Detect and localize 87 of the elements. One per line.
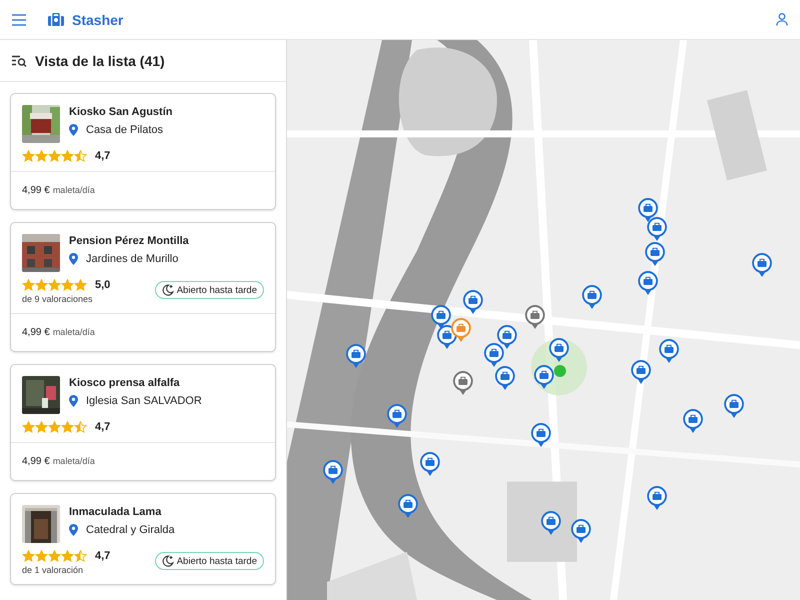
star-icon [48,550,61,562]
rating-value: 4,7 [95,150,110,162]
rating-value: 5,0 [95,279,110,291]
star-icon [48,279,61,291]
star-icon [48,150,61,162]
star-icon [61,150,74,162]
list-search-icon [12,54,27,66]
listing-card[interactable]: Inmaculada Lama Catedral y Giralda 4,7 de 1 valoración Abierto hasta tarde [10,493,276,585]
listing-name: Pension Pérez Montilla [69,235,189,247]
map-marker-icon[interactable] [570,518,592,544]
map-marker-icon[interactable] [548,337,570,363]
map-marker-icon[interactable] [483,342,505,368]
star-icon [61,421,74,433]
price-unit: maleta/día [52,185,95,195]
map-marker-icon[interactable] [494,365,516,391]
star-icon [48,421,61,433]
map-marker-icon[interactable] [630,359,652,385]
star-icon [35,279,48,291]
star-icon [35,550,48,562]
review-count: de 1 valoración [22,565,84,575]
listing-location: Jardines de Murillo [86,253,178,265]
map-marker-icon[interactable] [581,284,603,310]
map-marker-icon[interactable] [751,252,773,278]
rating-value: 4,7 [95,550,110,562]
moon-icon [162,555,174,567]
map-marker-icon[interactable] [419,451,441,477]
price: 4,99 € [22,185,50,196]
map-marker-icon[interactable] [462,289,484,315]
map-marker-icon[interactable] [637,270,659,296]
map-marker-icon[interactable] [646,485,668,511]
price-unit: maleta/día [52,456,95,466]
location-pin-icon [69,524,78,536]
map-marker-icon[interactable] [637,197,659,223]
map-marker-icon[interactable] [524,304,546,330]
listing-card[interactable]: Kiosco prensa alfalfa Iglesia San SALVADOR 4,7 4,99 € maleta/día [10,364,276,481]
star-icon [74,150,87,162]
map-marker-icon[interactable] [386,403,408,429]
star-icon [22,279,35,291]
map-marker-icon[interactable] [450,317,472,343]
account-button[interactable] [774,11,790,28]
map-marker-icon[interactable] [397,493,419,519]
listing-card[interactable]: Pension Pérez Montilla Jardines de Murillo 5,0 de 9 valoraciones Abierto hasta tarde 4,99 € maleta/día [10,222,276,352]
star-icon [35,421,48,433]
price: 4,99 € [22,327,50,338]
price: 4,99 € [22,456,50,467]
location-pin-icon [69,124,78,136]
map-marker-icon[interactable] [345,343,367,369]
listing-name: Kiosco prensa alfalfa [69,377,181,389]
star-icon [74,421,87,433]
list-title: Vista de la lista (41) [35,52,165,68]
star-icon [22,150,35,162]
star-icon [22,421,35,433]
map-marker-icon[interactable] [452,370,474,396]
listing-location: Casa de Pilatos [86,124,164,136]
map-marker-icon[interactable] [682,408,704,434]
map-marker-icon[interactable] [530,422,552,448]
map-marker-icon[interactable] [430,304,452,330]
star-icon [74,279,87,291]
map-marker-icon[interactable] [646,216,668,242]
star-icon [74,550,87,562]
late-opening-badge: Abierto hasta tarde [154,281,264,299]
map-marker-icon[interactable] [533,364,555,390]
listing-location: Catedral y Giralda [86,524,175,536]
rating-value: 4,7 [95,421,110,433]
moon-icon [162,284,174,296]
map-marker-icon[interactable] [723,393,745,419]
star-icon [35,150,48,162]
map-marker-icon[interactable] [540,510,562,536]
suitcase-icon [48,13,64,26]
listing-card[interactable]: Kiosko San Agustín Casa de Pilatos 4,7 4,99 € maleta/día [10,93,276,210]
price-unit: maleta/día [52,327,95,337]
map-marker-icon[interactable] [644,241,666,267]
listing-name: Inmaculada Lama [69,506,162,518]
late-opening-badge: Abierto hasta tarde [154,552,264,570]
star-icon [61,279,74,291]
map-marker-icon[interactable] [496,324,518,350]
location-pin-icon [69,395,78,407]
listing-location: Iglesia San SALVADOR [86,395,202,407]
map-marker-icon[interactable] [322,459,344,485]
app-title: Stasher [72,12,124,28]
location-pin-icon [69,253,78,265]
listing-name: Kiosko San Agustín [69,106,172,118]
menu-button[interactable] [10,12,28,28]
star-icon [22,550,35,562]
star-icon [61,550,74,562]
review-count: de 9 valoraciones [22,294,94,304]
map-marker-icon[interactable] [658,338,680,364]
